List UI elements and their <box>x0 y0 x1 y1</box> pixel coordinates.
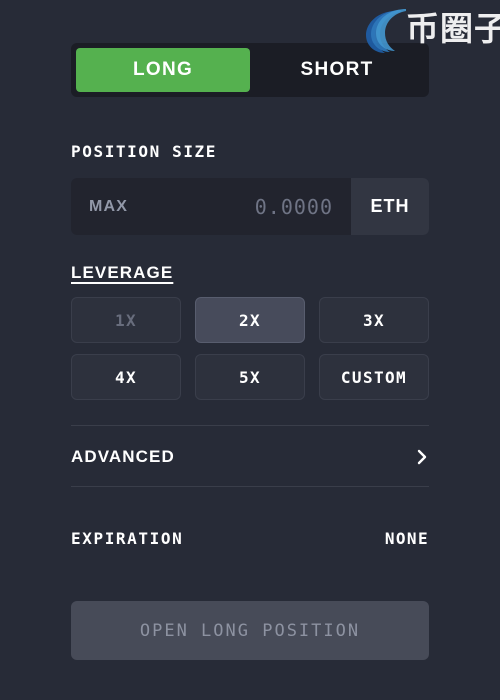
divider-above-advanced <box>71 425 429 426</box>
chevron-right-icon <box>417 449 427 465</box>
asset-unit-selector[interactable]: ETH <box>351 178 429 235</box>
leverage-option-3x[interactable]: 3X <box>319 297 429 343</box>
position-size-input[interactable]: MAX 0.0000 <box>71 178 351 235</box>
short-tab[interactable]: SHORT <box>250 48 424 92</box>
leverage-option-custom[interactable]: CUSTOM <box>319 354 429 400</box>
position-size-value: 0.0000 <box>254 194 333 219</box>
expiration-value: NONE <box>384 528 429 548</box>
side-toggle: LONG SHORT <box>71 43 429 97</box>
leverage-label: LEVERAGE <box>71 263 174 282</box>
advanced-row[interactable]: ADVANCED <box>71 444 429 470</box>
long-tab[interactable]: LONG <box>76 48 250 92</box>
leverage-option-2x[interactable]: 2X <box>195 297 305 343</box>
open-position-button[interactable]: OPEN LONG POSITION <box>71 601 429 660</box>
advanced-label: ADVANCED <box>71 447 175 466</box>
leverage-option-4x[interactable]: 4X <box>71 354 181 400</box>
expiration-label: EXPIRATION <box>71 528 184 548</box>
trade-panel: 币圈子 LONG SHORT POSITION SIZE MAX 0.0000 … <box>0 0 500 700</box>
expiration-row[interactable]: EXPIRATION NONE <box>71 526 429 550</box>
max-button[interactable]: MAX <box>89 198 128 216</box>
leverage-option-1x[interactable]: 1X <box>71 297 181 343</box>
leverage-options: 1X 2X 3X 4X 5X CUSTOM <box>71 297 429 400</box>
position-size-field: MAX 0.0000 ETH <box>71 178 429 235</box>
position-size-label: POSITION SIZE <box>71 142 218 161</box>
leverage-option-5x[interactable]: 5X <box>195 354 305 400</box>
divider-below-advanced <box>71 486 429 487</box>
